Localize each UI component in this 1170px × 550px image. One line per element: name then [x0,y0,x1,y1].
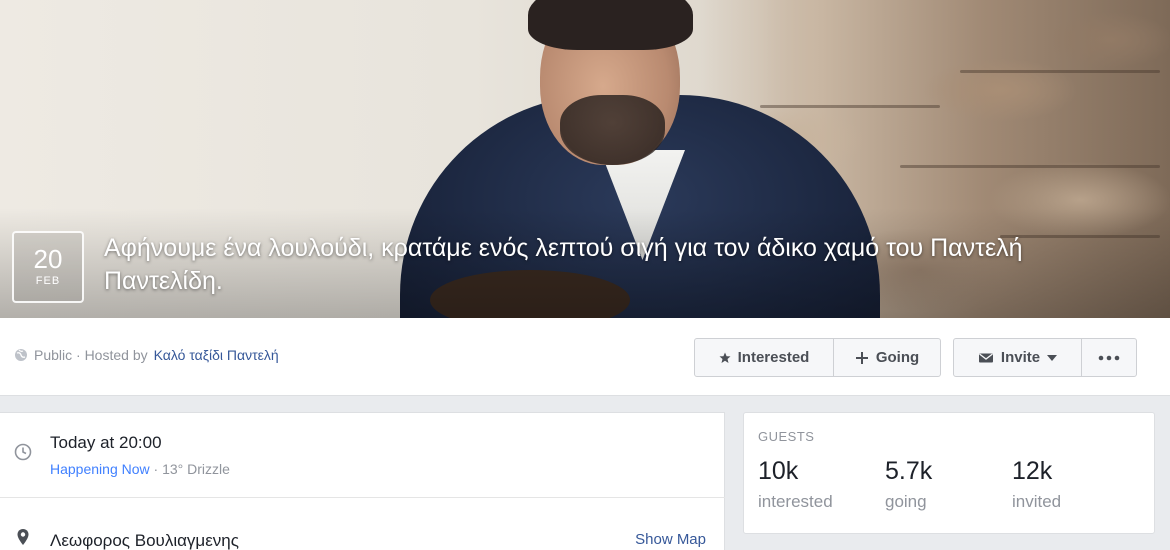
host-link[interactable]: Καλό ταξίδι Παντελή [154,347,279,363]
plus-icon [855,351,868,364]
event-time-row: Today at 20:00 Happening Now · 13° Drizz… [0,413,725,498]
event-date-month: FEB [35,275,61,287]
guest-stat-invited[interactable]: 12k invited [1012,457,1061,512]
event-title: Αφήνουμε ένα λουλούδι, κρατάμε ενός λεπτ… [104,234,1023,295]
more-options-button[interactable] [1081,338,1137,377]
guest-stat-value: 10k [758,457,799,485]
stone-seam [760,105,940,108]
guests-title: GUESTS [758,429,815,444]
event-date-day: 20 [33,244,63,274]
guest-stat-label: interested [758,492,833,511]
invite-button[interactable]: Invite [953,338,1082,377]
event-location[interactable]: Λεωφορος Βουλιαγμενης [50,531,239,550]
guest-stat-label: invited [1012,492,1062,511]
ellipsis-icon [1098,355,1120,360]
guests-card: GUESTS 10k interested 5.7k going 12k inv… [743,412,1155,534]
star-icon [719,352,731,363]
stone-seam [900,165,1160,168]
interested-label: Interested [737,349,810,366]
chevron-down-icon [1047,354,1058,361]
event-status: Happening Now · 13° Drizzle [50,461,230,477]
globe-icon [15,349,27,361]
going-label: Going [875,349,920,366]
event-action-bar: Public · Hosted by Καλό ταξίδι Παντελή I… [0,318,1170,396]
privacy-label: Public · Hosted by [34,347,148,363]
event-date-box: 20 FEB [12,231,84,303]
guest-stat-interested[interactable]: 10k interested [758,457,833,512]
event-details-card: Today at 20:00 Happening Now · 13° Drizz… [0,412,725,550]
happening-now-label: Happening Now [50,461,150,477]
weather-label: · 13° Drizzle [149,461,230,477]
cover-photo: 20 FEB Αφήνουμε ένα λουλούδι, κρατάμε εν… [0,0,1170,318]
guest-stat-value: 5.7k [885,457,933,485]
person-hair [528,0,693,50]
person-beard [560,95,665,165]
clock-icon [14,443,32,461]
envelope-icon [978,352,993,362]
interested-button[interactable]: Interested [694,338,834,377]
invite-label: Invite [1000,349,1041,366]
going-button[interactable]: Going [833,338,941,377]
stone-seam [960,70,1160,73]
event-privacy-info: Public · Hosted by Καλό ταξίδι Παντελή [14,347,279,363]
guest-stat-going[interactable]: 5.7k going [885,457,932,512]
guest-stat-value: 12k [1012,457,1053,485]
show-map-link[interactable]: Show Map [635,531,706,548]
guest-stat-label: going [885,492,927,511]
location-pin-icon [17,529,29,545]
event-time: Today at 20:00 [50,433,162,452]
